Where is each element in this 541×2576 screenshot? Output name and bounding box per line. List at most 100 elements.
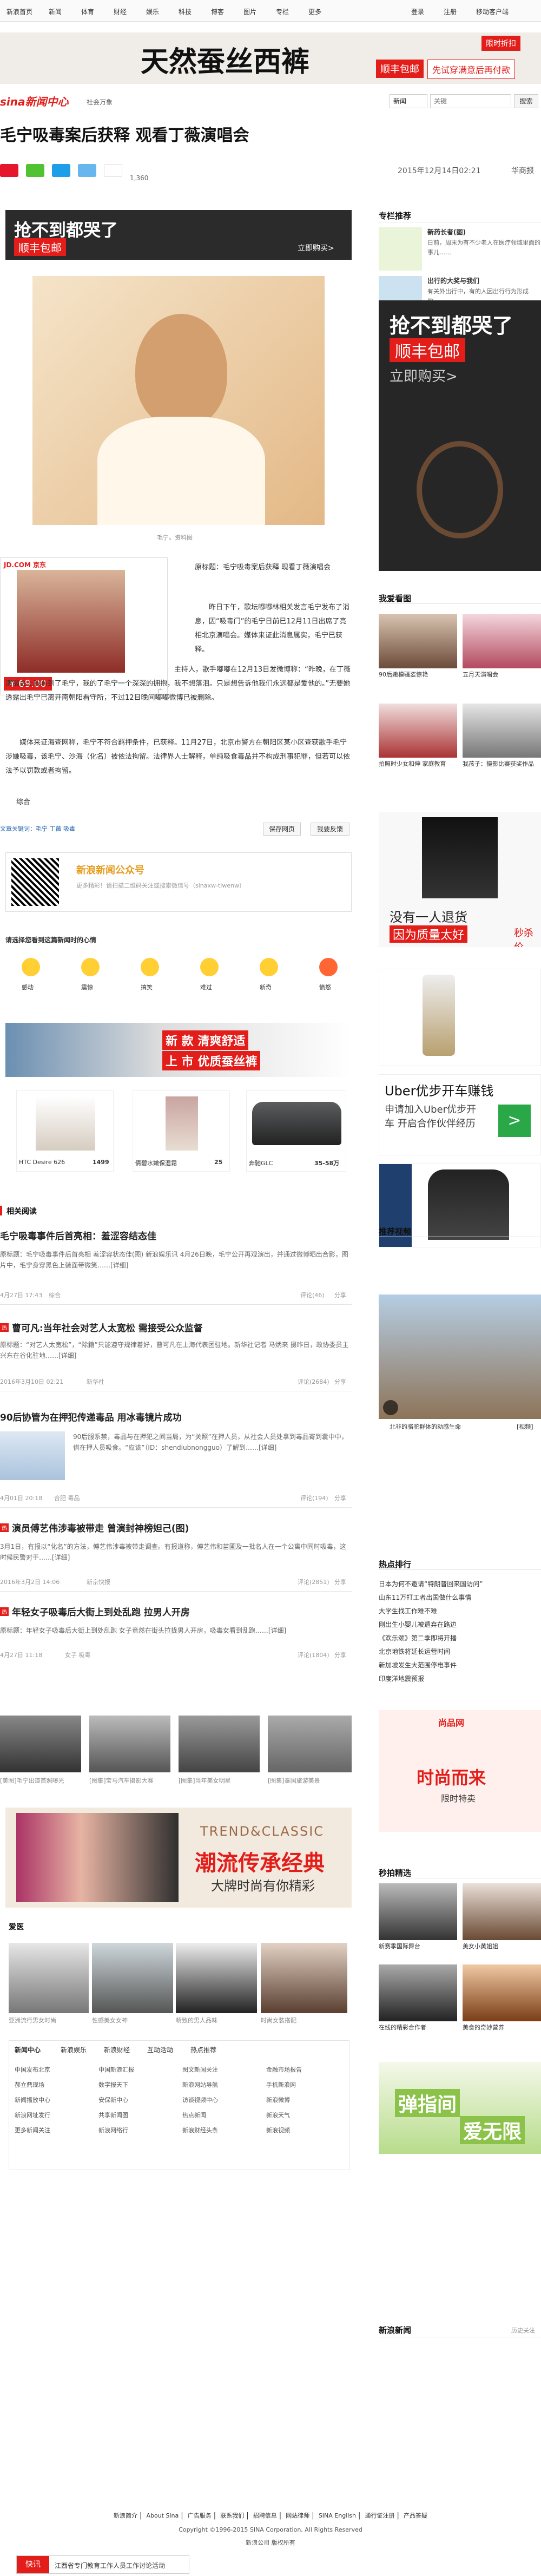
sidebar-pic-3[interactable] bbox=[379, 704, 457, 758]
mood-shocked-icon[interactable] bbox=[81, 958, 100, 976]
sidebar-ad-1[interactable]: 抢不到都哭了 顺丰包邮 立即购买> bbox=[379, 300, 541, 571]
nav-blog[interactable]: 博客 bbox=[211, 7, 224, 16]
nav-home[interactable]: 新浪首页 bbox=[6, 7, 32, 16]
bottom-news-bar[interactable]: 快讯 江西省专门教育工作人员工作讨论活动 bbox=[16, 2555, 189, 2574]
love-photo-1[interactable] bbox=[9, 1943, 89, 2013]
bottom-col-2[interactable]: 中国新浪汇报 数字报天下 安保新中心 共享新闻图 新浪网络行 bbox=[98, 2062, 174, 2138]
hot-pic-2[interactable] bbox=[463, 1883, 541, 1940]
nav-photo[interactable]: 图片 bbox=[243, 7, 256, 16]
related-desc-4: 3月1日，有报以“化名”的方法，傅艺伟涉毒被带走调查。有报道称，傅艺伟和苗圃及一… bbox=[0, 1543, 346, 1561]
hot-pic-4[interactable] bbox=[463, 1964, 541, 2021]
sidebar-pic-2[interactable] bbox=[463, 614, 541, 668]
play-icon[interactable] bbox=[383, 1400, 398, 1415]
column-thumb-2[interactable] bbox=[379, 276, 422, 303]
footer-links[interactable]: 新浪简介 | About Sina | 广告服务 | 联系我们 | 招聘信息 | 网站律师… bbox=[0, 2511, 541, 2520]
product-ad-2[interactable]: 倩碧水嫩保湿霜 25 bbox=[133, 1090, 230, 1172]
related-title-1[interactable]: 毛宁吸毒事件后首亮相：羞涩容结态佳 bbox=[0, 1228, 352, 1242]
nav-ent[interactable]: 娱乐 bbox=[146, 7, 159, 16]
weixin-title: 新浪新闻公众号 bbox=[76, 865, 144, 876]
sidebar-ad-4[interactable]: 弹指间 爱无限 bbox=[379, 2062, 541, 2154]
footer-copyright: Copyright ©1996-2015 SINA Corporation, A… bbox=[179, 2526, 362, 2533]
photo-strip-1[interactable] bbox=[0, 1716, 81, 1772]
love-photo-2[interactable] bbox=[92, 1943, 173, 2013]
feedback-button[interactable]: 我要反馈 bbox=[311, 823, 349, 836]
save-page-button[interactable]: 保存网页 bbox=[263, 823, 301, 836]
related-title-4[interactable]: 演员傅艺伟涉毒被带走 曾演封神榜妲己(图) bbox=[12, 1521, 353, 1534]
search-button[interactable]: 搜索 bbox=[514, 94, 538, 108]
more-share-icon[interactable] bbox=[78, 164, 96, 177]
sidebar-ad-3[interactable]: 尚品网 时尚而来 限时特卖 bbox=[379, 1710, 541, 1832]
love-section-header: 爱医 bbox=[9, 1923, 24, 1931]
search-category-select[interactable]: 新闻 bbox=[390, 94, 427, 108]
article-keywords[interactable]: 文章关键词：毛宁 丁薇 吸毒 bbox=[0, 824, 75, 833]
mood-novel-icon[interactable] bbox=[260, 958, 278, 976]
news-feed-more[interactable]: 历史关注 bbox=[511, 2326, 535, 2335]
love-photo-4[interactable] bbox=[261, 1943, 347, 2013]
product-ad-1[interactable]: HTC Desire 626 1499 bbox=[16, 1090, 114, 1172]
article-source[interactable]: 华商报 bbox=[511, 165, 534, 176]
hot-list[interactable]: 日本为何不邀请“特朗普回来国访问” 山东11万打工者出国做什么事情 大学生找工作… bbox=[379, 1578, 541, 1686]
related-title-3[interactable]: 90后协管为在押犯传递毒品 用冰毒镜片成功 bbox=[0, 1410, 352, 1423]
site-logo[interactable]: sina新闻中心 bbox=[0, 93, 69, 109]
article-ad-banner[interactable]: 抢不到都哭了 顺丰包邮 立即购买> bbox=[5, 210, 352, 260]
related-title-2[interactable]: 曹可凡:当年社会对艺人太宽松 需接受公众监督 bbox=[12, 1320, 353, 1334]
photo-strip-4[interactable] bbox=[268, 1716, 352, 1772]
product-ad-3[interactable]: 奔驰GLC 35-58万 bbox=[246, 1090, 346, 1172]
photo-strip-3[interactable] bbox=[179, 1716, 260, 1772]
top-ad-btn2: 顺丰包邮 bbox=[376, 60, 424, 78]
register-link[interactable]: 注册 bbox=[444, 7, 457, 16]
related-thumb-3[interactable] bbox=[0, 1431, 65, 1480]
uber-arrow-icon[interactable]: > bbox=[498, 1105, 531, 1137]
mood-panel: 感动 震惊 搞笑 难过 新奇 愤怒 bbox=[5, 952, 352, 1001]
sidebar-pic-4[interactable] bbox=[463, 704, 541, 758]
sidebar-pic-header: 我爱看图 bbox=[379, 594, 412, 603]
mood-funny-icon[interactable] bbox=[141, 958, 159, 976]
related-desc-5: 原标题：年轻女子吸毒后大街上到处乱跑 女子竟然在街头拉拢男人开房，吸毒女看到乱跑… bbox=[0, 1627, 287, 1634]
nav-sports[interactable]: 体育 bbox=[81, 7, 94, 16]
related-desc-2: 原标题：“对艺人太宽松”，“除籍”只能遵守规律着好，曹可凡在上海代表团驻地。新华… bbox=[0, 1341, 349, 1359]
mobile-client-link[interactable]: 移动客户端 bbox=[476, 7, 509, 16]
hot-list-header: 热点排行 bbox=[379, 1560, 412, 1569]
sidebar-ad-2[interactable]: 没有一人退货 因为质量太好 秒杀价 bbox=[379, 812, 541, 947]
mood-sad-icon[interactable] bbox=[200, 958, 219, 976]
nav-finance[interactable]: 财经 bbox=[114, 7, 127, 16]
nav-more[interactable]: 更多 bbox=[308, 7, 321, 16]
nav-column[interactable]: 专栏 bbox=[276, 7, 289, 16]
qr-code-icon bbox=[11, 858, 59, 906]
related-desc-1: 原标题：毛宁吸毒事件后首亮相 羞涩容状态佳(图) 新浪娱乐讯 4月26日晚，毛宁… bbox=[0, 1251, 348, 1269]
search-input[interactable] bbox=[430, 94, 511, 108]
top-ad-banner[interactable]: 天然蚕丝西裤 限时折扣 顺丰包邮 先试穿满意后再付款 bbox=[0, 32, 541, 84]
hot-video-thumb[interactable] bbox=[379, 1294, 541, 1419]
love-photo-3[interactable] bbox=[176, 1943, 257, 2013]
mood-angry-icon[interactable] bbox=[319, 958, 338, 976]
news-feed-header: 新浪新闻 bbox=[379, 2325, 412, 2335]
bottom-col-4[interactable]: 金融市场报告 手机新浪网 新浪微博 新浪天气 新浪视频 bbox=[266, 2062, 342, 2138]
hot-pic-1[interactable] bbox=[379, 1883, 457, 1940]
hot-pic-3[interactable] bbox=[379, 1964, 457, 2021]
bottom-col-1[interactable]: 中国发布北京 郝立鼎现场 新闻播放中心 新浪网址发行 更多新闻关注 bbox=[15, 2062, 90, 2138]
article-title: 毛宁吸毒案后获释 观看丁薇演唱会 bbox=[0, 126, 249, 145]
uber-ad[interactable]: Uber优步开车赚钱 申请加入Uber优步开车 开启合作伙伴经历 > bbox=[379, 1074, 541, 1155]
login-link[interactable]: 登录 bbox=[411, 7, 424, 16]
footer-company: 新浪公司 版权所有 bbox=[246, 2539, 295, 2546]
mid-banner-ad[interactable]: 新 款 清爽舒适 上 市 优质蚕丝裤 bbox=[5, 1023, 352, 1077]
mood-touched-icon[interactable] bbox=[22, 958, 40, 976]
photo-caption: 毛宁。资料图 bbox=[157, 534, 193, 541]
trend-ad[interactable]: TREND&CLASSIC 潮流传承经典 大牌时尚有你精彩 bbox=[5, 1808, 352, 1908]
nav-news[interactable]: 新闻 bbox=[49, 7, 62, 16]
nav-tech[interactable]: 科技 bbox=[179, 7, 192, 16]
article-main-photo bbox=[32, 276, 325, 525]
sidebar-phone-ad[interactable] bbox=[379, 969, 541, 1066]
comment-icon[interactable] bbox=[104, 164, 122, 177]
hot-video-header: 推荐视频 bbox=[379, 1227, 412, 1237]
photo-strip-2[interactable] bbox=[89, 1716, 170, 1772]
wechat-share-icon[interactable] bbox=[26, 164, 44, 177]
related-desc-3: 90后服系禁，毒品与在押犯之间当局，为“关照”在押人员，从社会人员处拿到毒品寄到… bbox=[73, 1433, 348, 1451]
related-title-5[interactable]: 年轻女子吸毒后大街上到处乱跑 拉男人开房 bbox=[12, 1605, 353, 1618]
column-thumb-1[interactable] bbox=[379, 227, 422, 271]
weibo-share-icon[interactable] bbox=[0, 164, 18, 177]
sidebar-pic-1[interactable] bbox=[379, 614, 457, 668]
sidebar-column-header: 专栏推荐 bbox=[379, 211, 412, 221]
qq-share-icon[interactable] bbox=[52, 164, 70, 177]
bottom-col-3[interactable]: 图文新闻关注 新浪网站导航 访谈视频中心 热点新闻 新浪财经头条 bbox=[182, 2062, 258, 2138]
